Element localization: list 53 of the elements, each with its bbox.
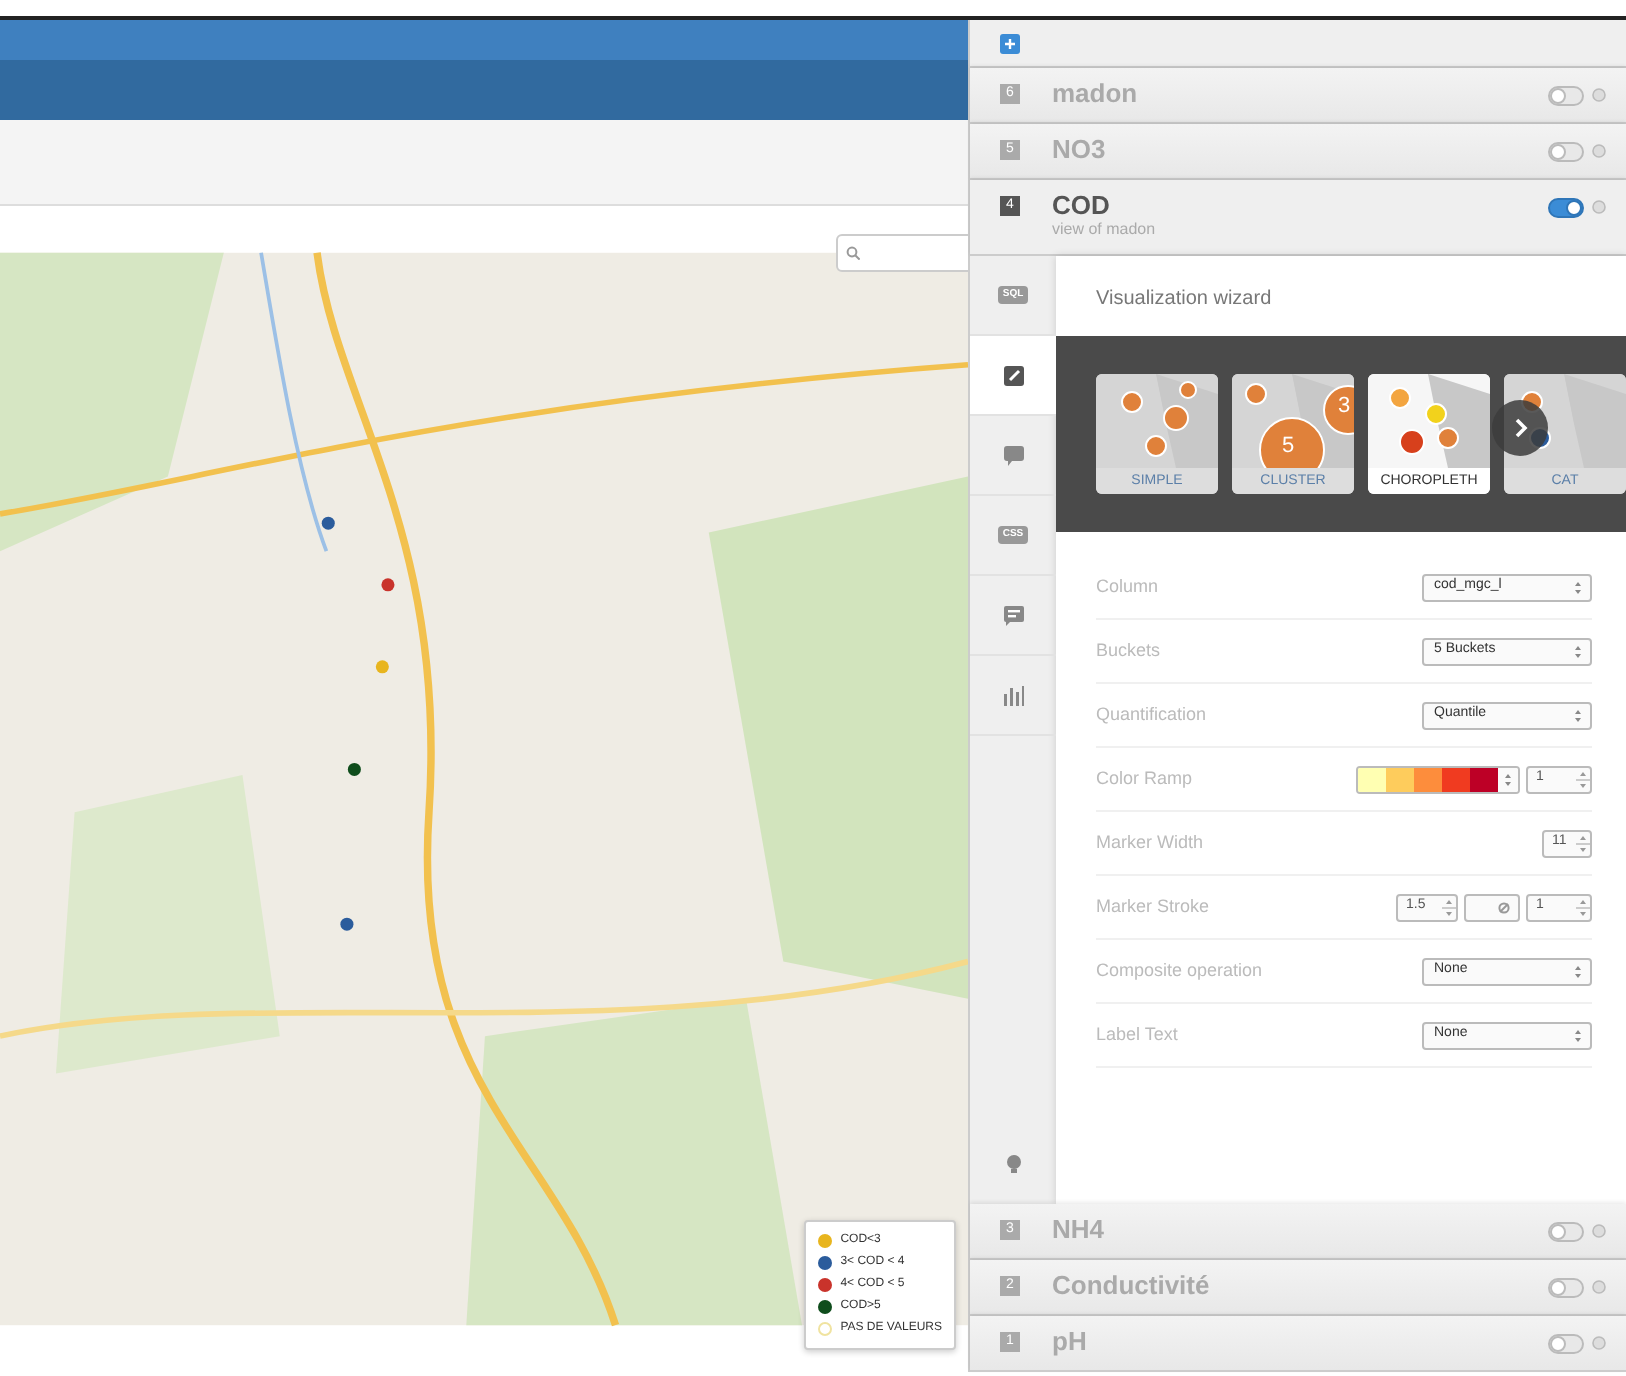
visibility-toggle[interactable] — [1548, 1278, 1584, 1298]
options-icon[interactable] — [1592, 1224, 1606, 1238]
field-label: Composite operation — [1096, 957, 1263, 984]
cluster-count: 3 — [1338, 392, 1351, 422]
field-label: Marker Stroke — [1096, 893, 1210, 920]
visibility-toggle[interactable] — [1548, 86, 1584, 106]
select-arrows-icon — [1504, 771, 1512, 787]
visibility-toggle[interactable] — [1548, 198, 1584, 218]
speech-bubble-icon[interactable] — [1003, 445, 1023, 465]
no-color-icon — [1498, 901, 1510, 913]
field-label: Buckets — [1096, 637, 1161, 664]
field-label: Column — [1096, 573, 1159, 600]
field-label: Label Text — [1096, 1021, 1178, 1048]
layer-name: NH4 — [1052, 1214, 1107, 1244]
options-icon[interactable] — [1592, 144, 1606, 158]
select-arrows-icon — [1574, 963, 1582, 979]
search-icon — [846, 246, 860, 260]
search-field[interactable] — [836, 234, 968, 272]
lightbulb-icon[interactable] — [1005, 1154, 1021, 1174]
layer-name: COD — [1052, 190, 1112, 220]
visibility-toggle[interactable] — [1548, 1222, 1584, 1242]
layer-name: madon — [1052, 78, 1140, 108]
spinner-icon[interactable] — [1576, 831, 1590, 855]
edit-icon[interactable] — [1004, 365, 1024, 385]
field-label: Color Ramp — [1096, 765, 1193, 792]
panel-title: Visualization wizard — [1096, 288, 1272, 310]
add-layer-icon[interactable] — [1000, 33, 1020, 53]
chevron-right-icon — [1513, 418, 1527, 438]
layer-name: Conductivité — [1052, 1270, 1212, 1300]
options-icon[interactable] — [1592, 200, 1606, 214]
spinner-icon[interactable] — [1576, 767, 1590, 791]
options-icon[interactable] — [1592, 1280, 1606, 1294]
legend-icon[interactable] — [1003, 605, 1023, 625]
layer-name: pH — [1052, 1326, 1089, 1356]
visibility-toggle[interactable] — [1548, 1334, 1584, 1354]
layer-subtitle: view of madon — [1052, 220, 1158, 240]
options-icon[interactable] — [1592, 88, 1606, 102]
field-label: Quantification — [1096, 701, 1207, 728]
field-label: Marker Width — [1096, 829, 1204, 856]
color-ramp-select[interactable] — [1356, 765, 1520, 793]
bar-chart-icon[interactable] — [1003, 685, 1023, 705]
layer-name: NO3 — [1052, 134, 1108, 164]
select-arrows-icon — [1574, 707, 1582, 723]
color-field[interactable] — [1464, 893, 1520, 921]
select-arrows-icon — [1574, 579, 1582, 595]
options-icon[interactable] — [1592, 1336, 1606, 1350]
select-arrows-icon — [1574, 1027, 1582, 1043]
spinner-icon[interactable] — [1442, 895, 1456, 919]
next-button[interactable] — [1492, 400, 1548, 456]
visibility-toggle[interactable] — [1548, 142, 1584, 162]
spinner-icon[interactable] — [1576, 895, 1590, 919]
select-arrows-icon — [1574, 643, 1582, 659]
cluster-count: 5 — [1282, 432, 1295, 462]
